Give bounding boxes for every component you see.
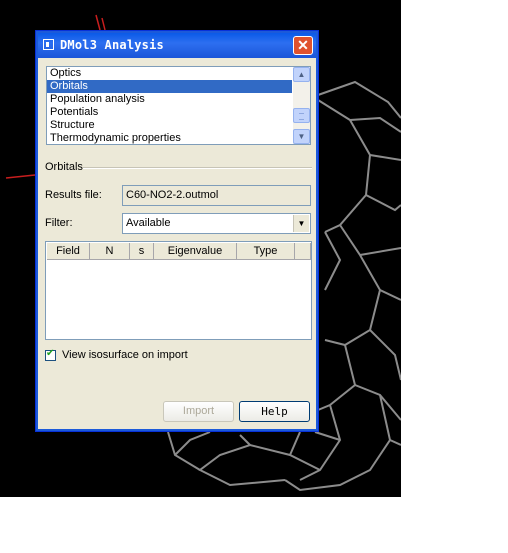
chevron-down-icon[interactable]: ▼ (293, 215, 309, 232)
section-divider (83, 167, 312, 169)
dialog-titlebar[interactable]: DMol3 Analysis ✕ (38, 33, 316, 58)
help-button[interactable]: Help (239, 401, 310, 422)
filter-value: Available (126, 217, 171, 229)
column-header-eigenvalue[interactable]: Eigenvalue (154, 243, 237, 260)
window-menu-icon[interactable] (43, 39, 54, 50)
column-header-field[interactable]: Field (47, 243, 90, 260)
analysis-property-list[interactable]: Optics Orbitals Population analysis Pote… (46, 66, 311, 145)
list-item-population-analysis[interactable]: Population analysis (47, 93, 292, 106)
list-scrollbar[interactable]: ▲ ▼ (293, 67, 310, 144)
orbitals-table[interactable]: Field N s Eigenvalue Type (45, 241, 312, 340)
column-header-n[interactable]: N (90, 243, 130, 260)
scroll-up-icon[interactable]: ▲ (293, 67, 310, 82)
close-icon: ✕ (297, 37, 309, 53)
view-isosurface-label[interactable]: View isosurface on import (62, 349, 188, 361)
column-header-spacer (295, 243, 311, 260)
filter-dropdown[interactable]: Available ▼ (122, 213, 311, 234)
dialog-title: DMol3 Analysis (60, 38, 164, 52)
view-isosurface-checkbox[interactable] (45, 348, 56, 361)
scroll-down-icon[interactable]: ▼ (293, 129, 310, 144)
section-title: Orbitals (45, 161, 83, 173)
list-item-thermodynamic-properties[interactable]: Thermodynamic properties (47, 132, 292, 144)
dmol3-analysis-dialog: DMol3 Analysis ✕ Optics Orbitals Populat… (35, 30, 319, 432)
scroll-thumb[interactable] (293, 108, 310, 123)
list-item-orbitals[interactable]: Orbitals (47, 80, 292, 93)
list-item-optics[interactable]: Optics (47, 67, 292, 80)
close-button[interactable]: ✕ (293, 36, 313, 55)
results-file-field[interactable]: C60-NO2-2.outmol (122, 185, 311, 206)
table-header: Field N s Eigenvalue Type (47, 243, 311, 260)
list-item-potentials[interactable]: Potentials (47, 106, 292, 119)
column-header-s[interactable]: s (130, 243, 154, 260)
column-header-type[interactable]: Type (237, 243, 295, 260)
filter-label: Filter: (45, 217, 73, 229)
list-item-structure[interactable]: Structure (47, 119, 292, 132)
results-file-label: Results file: (45, 189, 102, 201)
import-button[interactable]: Import (163, 401, 234, 422)
